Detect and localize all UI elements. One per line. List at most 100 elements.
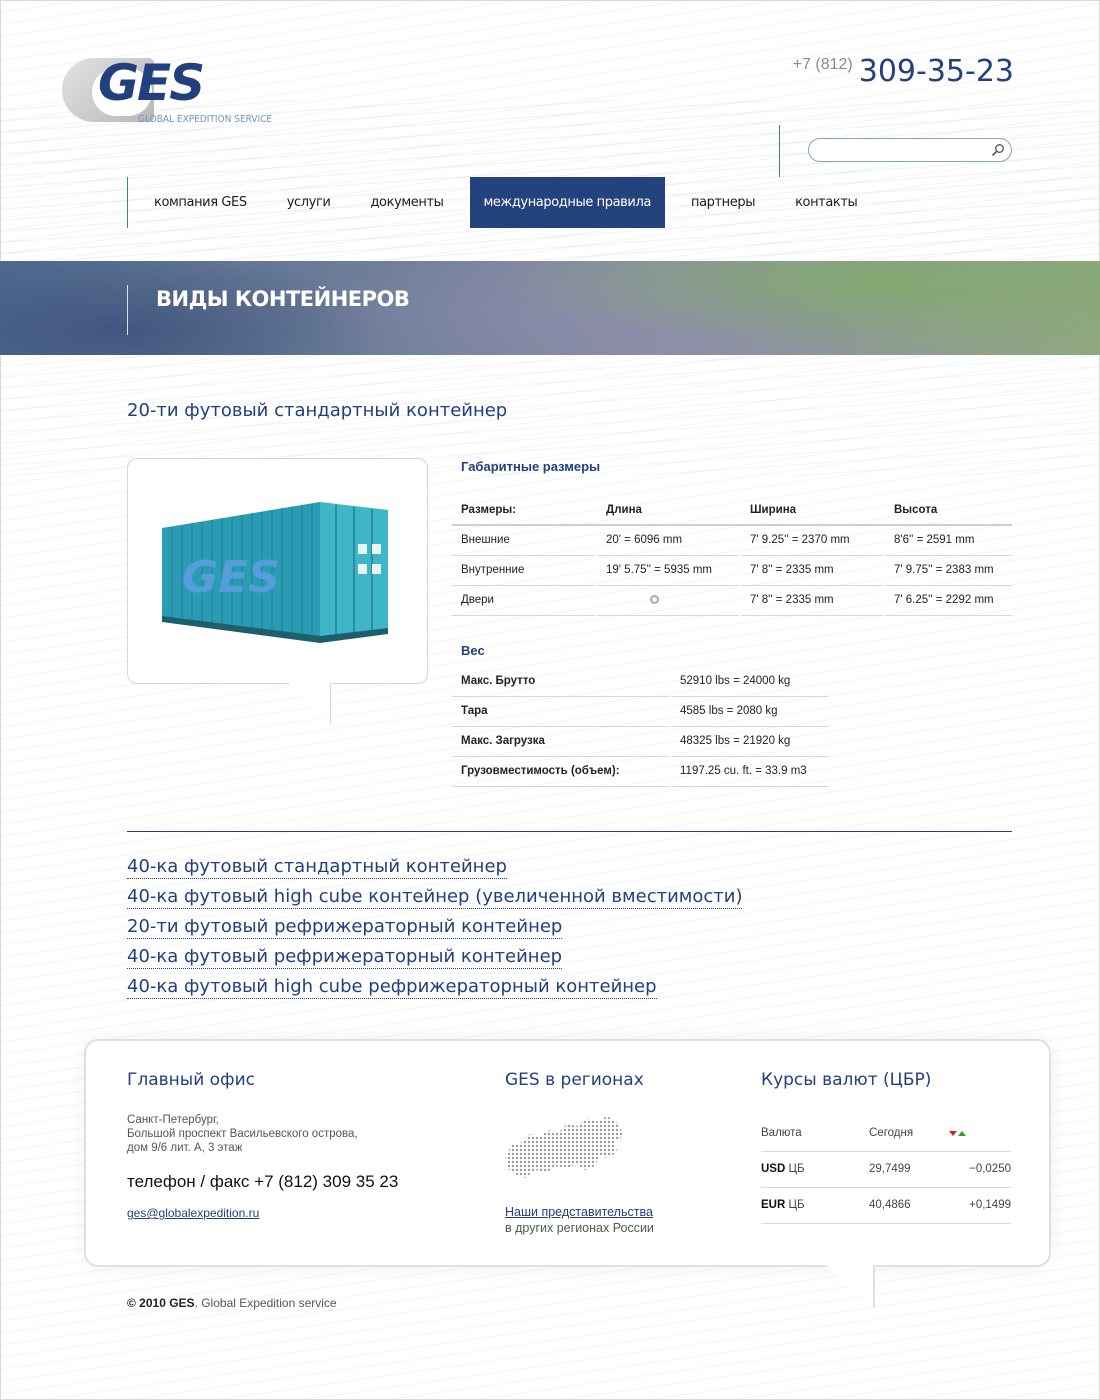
dimensions-header-cell: Ширина (739, 495, 884, 526)
address-line: дом 9/6 лит. А, 3 этаж (127, 1142, 243, 1154)
table-cell: Внешние (452, 525, 596, 556)
container-logo-text: GES (182, 552, 280, 603)
table-cell: 19' 5.75'' = 5935 mm (595, 555, 740, 586)
container-image: GES (162, 502, 388, 643)
currency-rates-table: Валюта Сегодня USD ЦБ 29,7499 −0,0250 EU… (761, 1115, 1011, 1224)
table-cell: 20' = 6096 mm (595, 525, 740, 556)
currency-code: EUR (761, 1199, 786, 1211)
currency-today: 29,7499 (869, 1151, 949, 1188)
dimensions-header-cell: Размеры: (452, 495, 596, 526)
nav-item-documents[interactable]: документы (356, 177, 457, 228)
table-cell: 8'6'' = 2591 mm (883, 525, 1012, 556)
rates-heading: Курсы валют (ЦБР) (761, 1070, 932, 1090)
arrow-up-icon (958, 1130, 966, 1136)
nav-item-contacts[interactable]: контакты (781, 177, 871, 228)
table-cell: Грузовместимость (объем): (452, 756, 670, 787)
currency-name: EUR ЦБ (761, 1187, 869, 1224)
empty-value-icon (650, 595, 659, 605)
regions-subtext: в других регионах России (505, 1221, 654, 1235)
currency-change: +0,1499 (949, 1187, 1011, 1224)
logo[interactable]: GES GLOBAL EXPEDITION SERVICE (62, 54, 272, 128)
table-cell: Тара (452, 696, 670, 727)
rates-change-header (949, 1115, 1011, 1152)
table-cell: 7' 9.25'' = 2370 mm (739, 525, 884, 556)
table-cell: 7' 9.75'' = 2383 mm (883, 555, 1012, 586)
table-row: Макс. Загрузка 48325 lbs = 21920 kg (452, 726, 829, 757)
table-cell: 1197.25 cu. ft. = 33.9 m3 (669, 756, 829, 787)
container-link-label: 40-ка футовый high cube рефрижераторный … (127, 976, 657, 999)
weight-table: Макс. Брутто 52910 lbs = 24000 kg Тара 4… (452, 666, 829, 787)
table-row: Внутренние 19' 5.75'' = 5935 mm 7' 8'' =… (452, 555, 1012, 586)
table-header-row: Размеры: Длина Ширина Высота (452, 495, 1012, 526)
search-box[interactable] (808, 138, 1012, 162)
container-link[interactable]: 40-ка футовый стандартный контейнер (127, 855, 742, 885)
logo-tagline: GLOBAL EXPEDITION SERVICE (138, 114, 273, 125)
dimensions-header-cell: Высота (883, 495, 1012, 526)
table-cell: 7' 8'' = 2335 mm (739, 555, 884, 586)
table-cell (595, 585, 740, 616)
copyright-rest: . Global Expedition service (194, 1296, 337, 1310)
table-row: Двери 7' 8'' = 2335 mm 7' 6.25'' = 2292 … (452, 585, 1012, 616)
address-line: Большой проспект Васильевского острова, (127, 1128, 358, 1140)
container-link-label: 20-ти футовый рефрижераторный контейнер (127, 916, 563, 939)
content-divider (127, 831, 1012, 832)
search-icon[interactable] (991, 143, 1005, 157)
office-email-link[interactable]: ges@globalexpedition.ru (127, 1206, 259, 1220)
table-cell: 7' 6.25'' = 2292 mm (883, 585, 1012, 616)
table-row: USD ЦБ 29,7499 −0,0250 (761, 1151, 1011, 1188)
currency-suffix: ЦБ (785, 1163, 805, 1175)
office-phone: телефон / факс +7 (812) 309 35 23 (127, 1172, 399, 1191)
footer-tail-edge (873, 1266, 875, 1308)
currency-code: USD (761, 1163, 786, 1175)
search-input[interactable] (819, 142, 987, 158)
table-cell: 52910 lbs = 24000 kg (669, 666, 829, 697)
container-link[interactable]: 40-ка футовый high cube контейнер (увели… (127, 885, 743, 915)
table-row: Макс. Брутто 52910 lbs = 24000 kg (452, 666, 829, 697)
arrow-down-icon (949, 1130, 957, 1136)
table-cell: 48325 lbs = 21920 kg (669, 726, 829, 757)
table-cell: 7' 8'' = 2335 mm (739, 585, 884, 616)
dimensions-table: Размеры: Длина Ширина Высота Внешние 20'… (452, 495, 1012, 616)
nav-item-services[interactable]: услуги (273, 177, 345, 228)
currency-change: −0,0250 (949, 1151, 1011, 1188)
table-cell: Макс. Брутто (452, 666, 670, 697)
page-banner: ВИДЫ КОНТЕЙНЕРОВ (0, 261, 1100, 355)
currency-suffix: ЦБ (785, 1199, 805, 1211)
table-row: Тара 4585 lbs = 2080 kg (452, 696, 829, 727)
regions-heading: GES в регионах (505, 1070, 644, 1090)
nav-item-company[interactable]: компания GES (140, 177, 261, 228)
regions-link[interactable]: Наши представительства (505, 1205, 653, 1219)
search-divider (779, 125, 780, 177)
office-address: Санкт-Петербург, Большой проспект Василь… (127, 1113, 417, 1155)
container-link[interactable]: 40-ка футовый high cube рефрижераторный … (127, 975, 742, 1005)
table-cell: 4585 lbs = 2080 kg (669, 696, 829, 727)
container-link[interactable]: 40-ка футовый рефрижераторный контейнер (127, 945, 742, 975)
office-heading: Главный офис (127, 1070, 255, 1090)
table-row: EUR ЦБ 40,4866 +0,1499 (761, 1187, 1011, 1224)
table-cell: Внутренние (452, 555, 596, 586)
table-header-row: Валюта Сегодня (761, 1115, 1011, 1152)
currency-today: 40,4866 (869, 1187, 949, 1224)
container-links: 40-ка футовый стандартный контейнер 40-к… (127, 855, 743, 1005)
section-title: 20-ти футовый стандартный контейнер (127, 400, 508, 421)
address-line: Санкт-Петербург, (127, 1114, 219, 1126)
container-link-label: 40-ка футовый high cube контейнер (увели… (127, 886, 743, 909)
rates-header-cell: Валюта (761, 1115, 869, 1152)
weight-title: Вес (461, 643, 485, 658)
nav-item-international-rules[interactable]: международные правила (469, 177, 665, 228)
banner-divider (127, 285, 128, 335)
container-link[interactable]: 20-ти футовый рефрижераторный контейнер (127, 915, 742, 945)
dimensions-header-cell: Длина (595, 495, 740, 526)
nav-item-partners[interactable]: партнеры (677, 177, 769, 228)
table-cell: Макс. Загрузка (452, 726, 670, 757)
copyright-bold: © 2010 GES (127, 1296, 195, 1310)
header-phone: +7 (812) 309-35-23 (793, 54, 1014, 89)
logo-text: GES (98, 54, 205, 112)
russia-map-icon[interactable] (503, 1112, 625, 1186)
table-cell: Двери (452, 585, 596, 616)
phone-number: 309-35-23 (858, 54, 1014, 89)
container-link-label: 40-ка футовый стандартный контейнер (127, 856, 507, 879)
nav-divider (127, 177, 128, 228)
table-row: Внешние 20' = 6096 mm 7' 9.25'' = 2370 m… (452, 525, 1012, 556)
dimensions-title: Габаритные размеры (461, 459, 601, 474)
